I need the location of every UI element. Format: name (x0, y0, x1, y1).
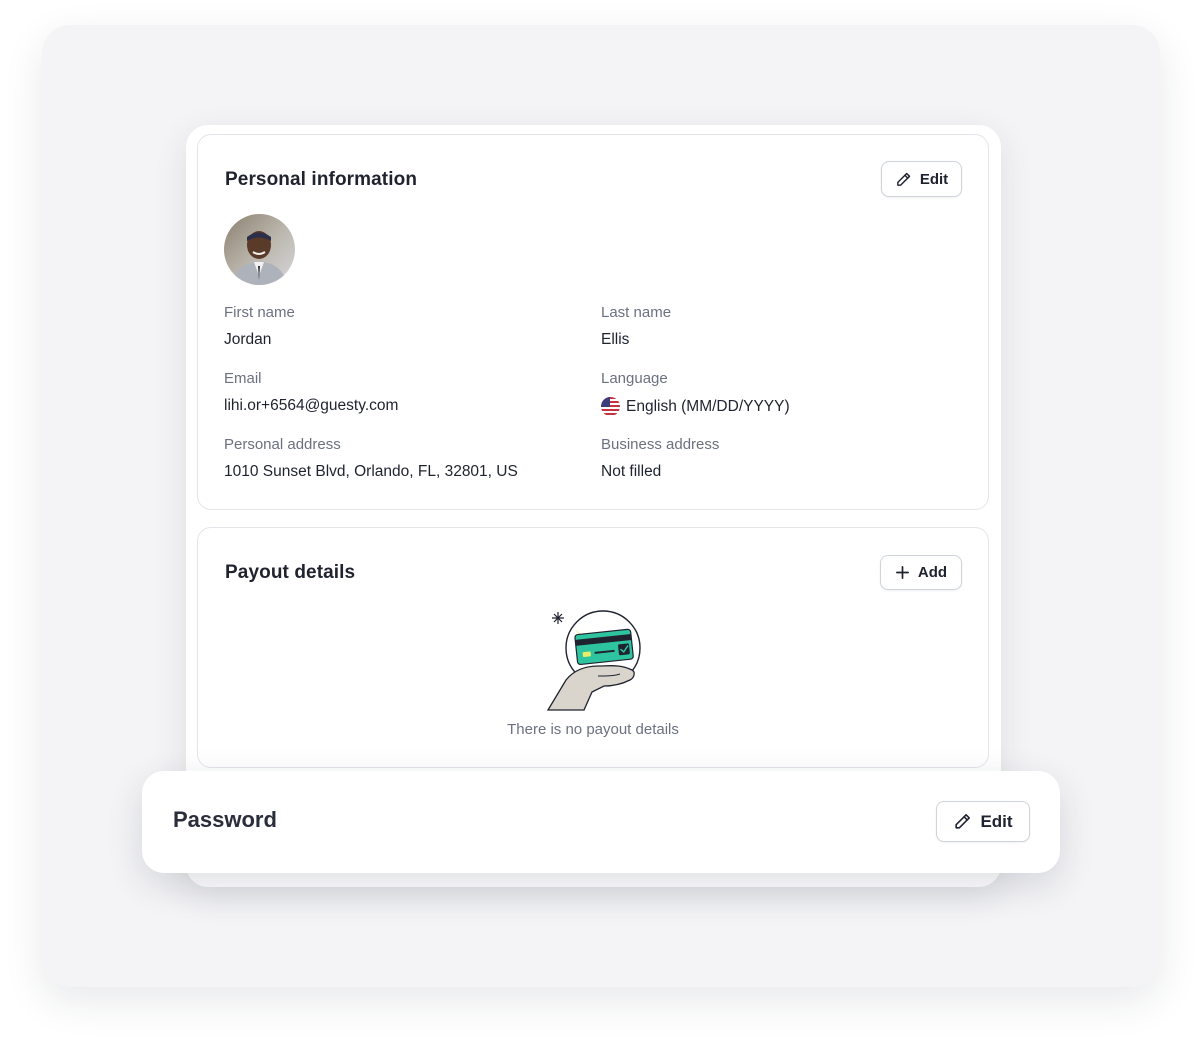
hand-holding-credit-card-illustration (546, 606, 646, 712)
payout-details-title: Payout details (225, 562, 356, 583)
password-title: Password (173, 807, 277, 832)
avatar[interactable] (224, 214, 295, 285)
last-name-field: Last name Ellis (601, 304, 671, 349)
password-edit-label: Edit (980, 811, 1013, 831)
first-name-field: First name Jordan (224, 304, 295, 349)
language-label: Language (601, 370, 668, 387)
personal-info-edit-button[interactable]: Edit (881, 161, 962, 197)
business-address-field: Business address Not filled (601, 436, 719, 481)
personal-information-card: Personal information Edit First name Jor… (197, 134, 989, 510)
personal-address-field: Personal address 1010 Sunset Blvd, Orlan… (224, 436, 518, 481)
password-card: Password Edit (142, 771, 1060, 873)
last-name-value: Ellis (601, 331, 630, 348)
add-payout-button[interactable]: Add (880, 555, 962, 590)
language-value: English (MM/DD/YYYY) (626, 397, 790, 415)
pencil-icon (953, 812, 972, 831)
personal-information-title: Personal information (225, 169, 418, 190)
edit-button-label: Edit (919, 170, 949, 188)
last-name-label: Last name (601, 304, 672, 321)
business-address-label: Business address (601, 436, 720, 453)
personal-address-label: Personal address (224, 436, 341, 453)
personal-address-value: 1010 Sunset Blvd, Orlando, FL, 32801, US (224, 463, 518, 480)
empty-payout-message: There is no payout details (507, 721, 679, 738)
first-name-label: First name (224, 304, 295, 321)
language-field: Language English (MM/DD/YYYY) (601, 370, 790, 416)
us-flag-icon (601, 397, 620, 416)
first-name-value: Jordan (224, 331, 272, 348)
payout-details-card: Payout details Add There is no payout de… (197, 527, 989, 768)
business-address-value: Not filled (601, 463, 662, 480)
password-edit-button[interactable]: Edit (936, 801, 1030, 842)
email-field: Email lihi.or+6564@guesty.com (224, 370, 398, 415)
email-label: Email (224, 370, 262, 387)
pencil-icon (895, 171, 912, 188)
email-value: lihi.or+6564@guesty.com (224, 397, 399, 414)
add-button-label: Add (917, 564, 948, 581)
plus-icon (895, 565, 910, 580)
